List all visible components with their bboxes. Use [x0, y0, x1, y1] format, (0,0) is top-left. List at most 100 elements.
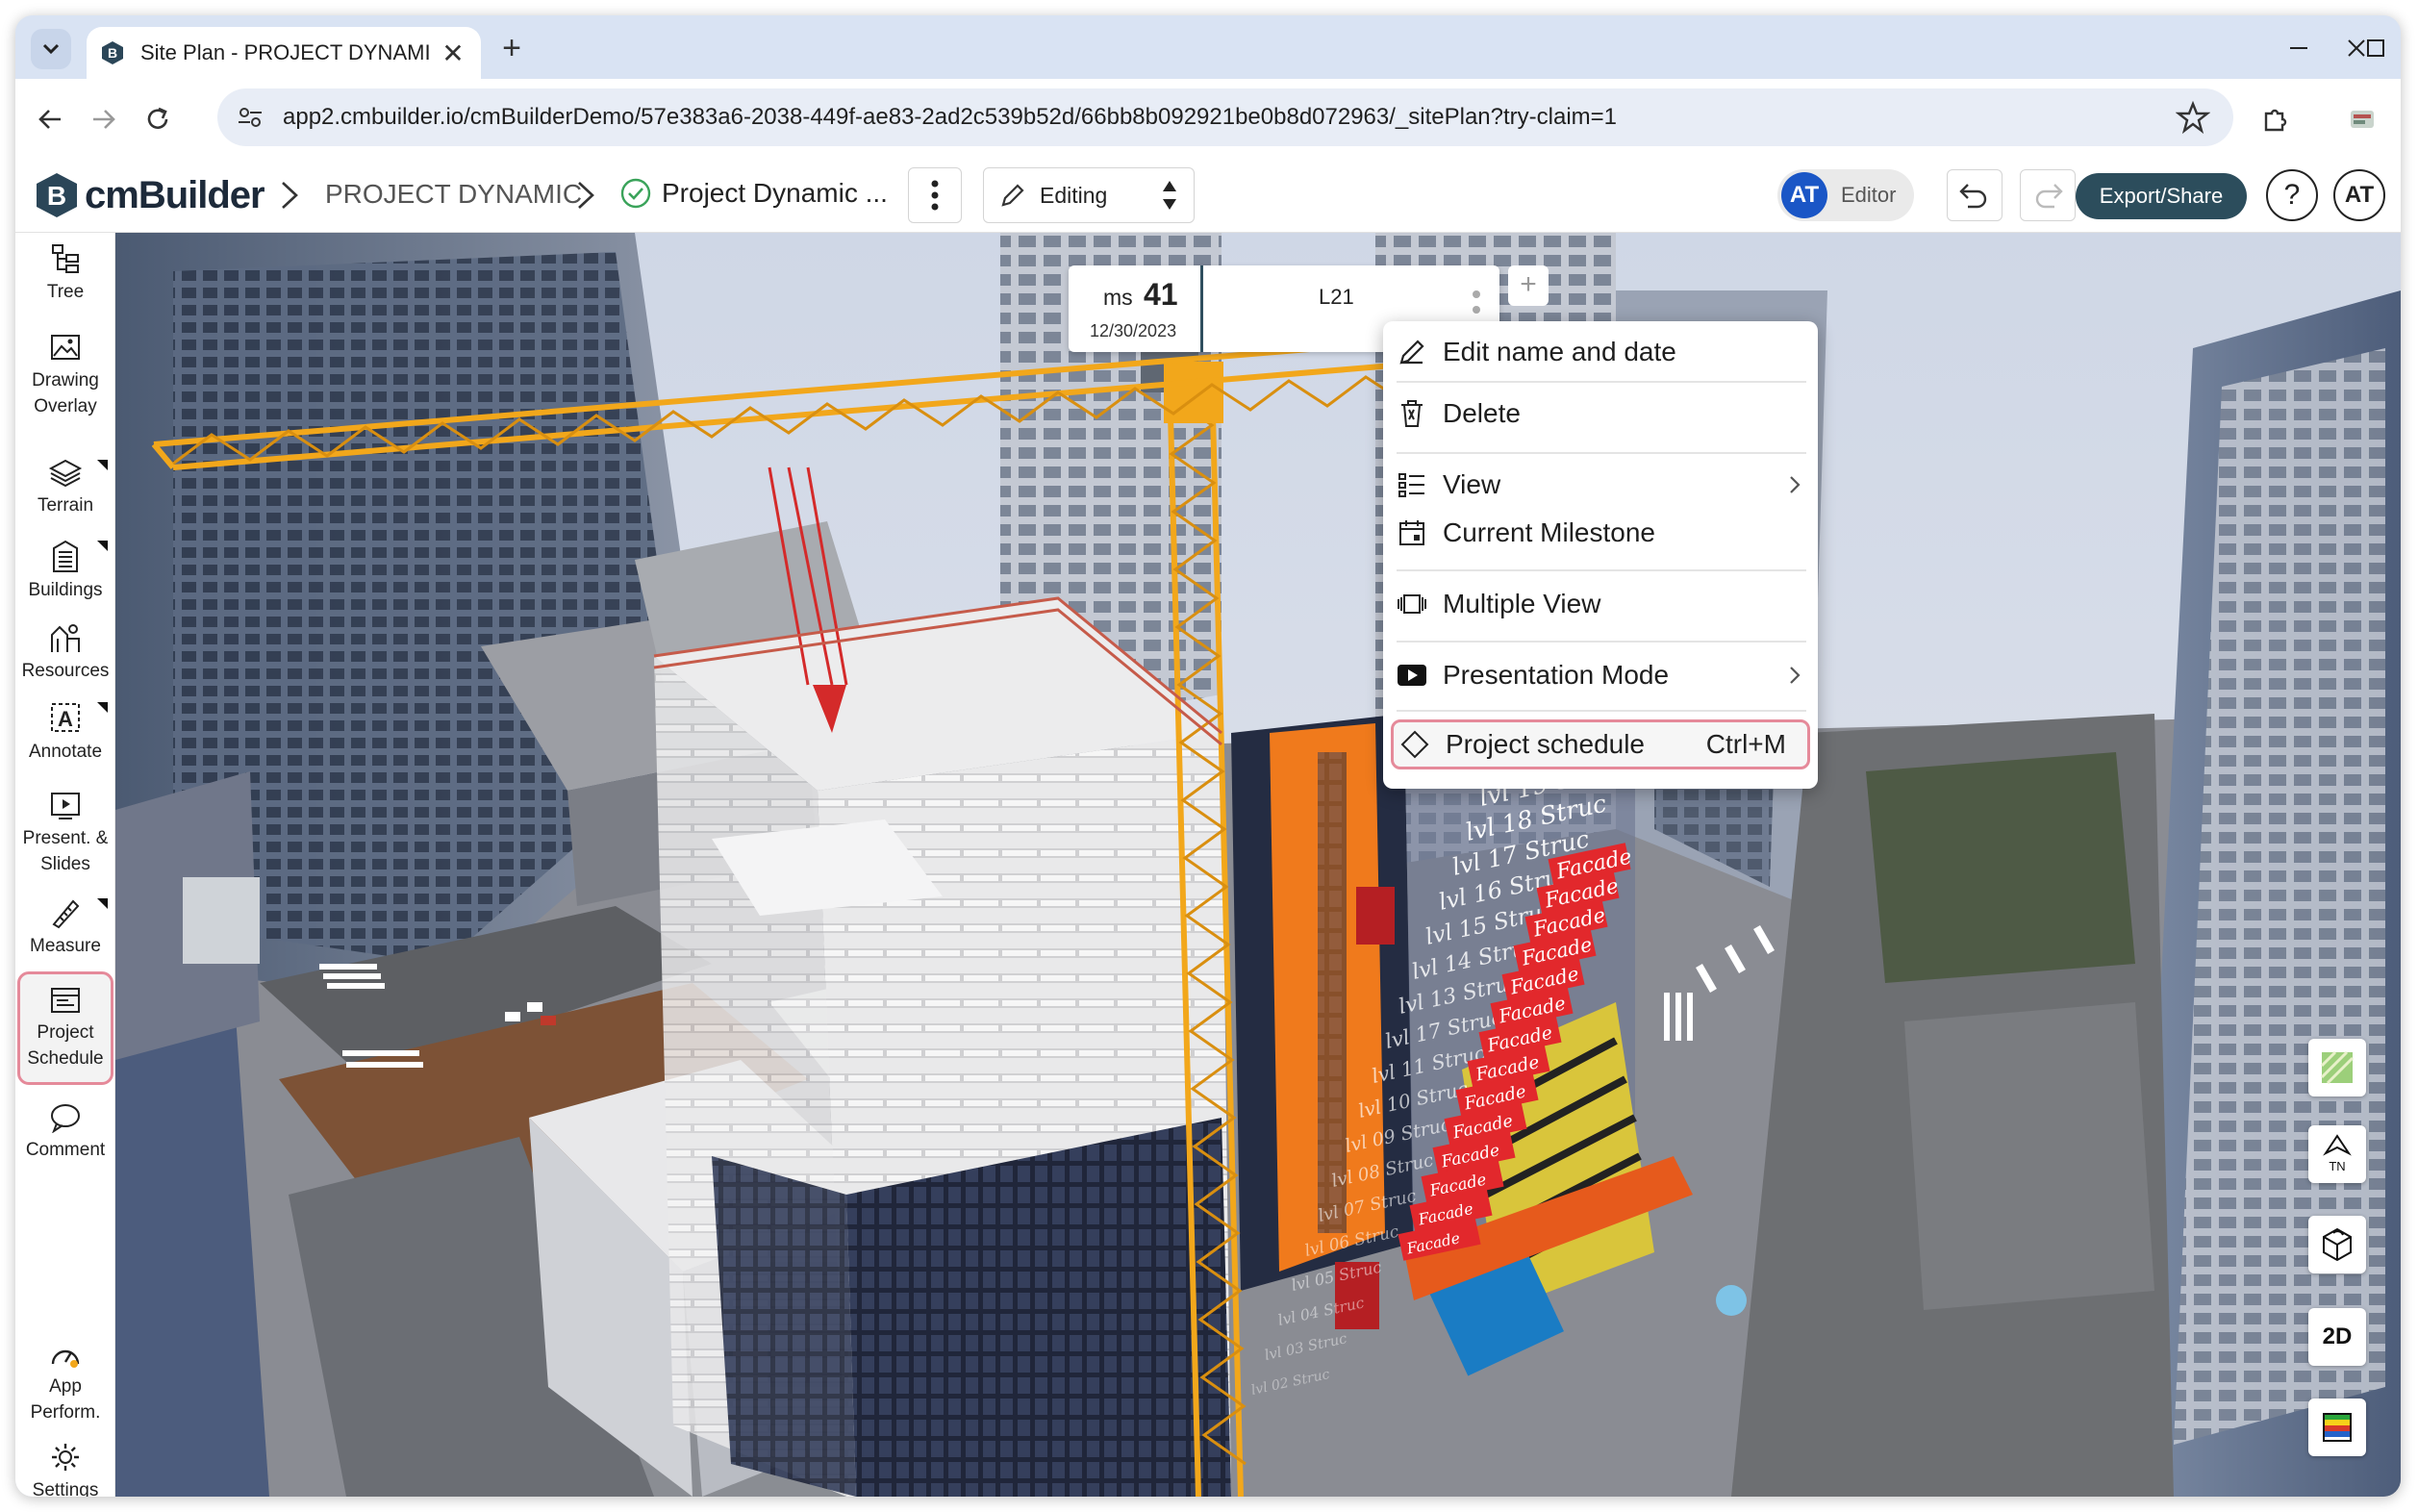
sidebar-item-comment[interactable]: Comment — [15, 1102, 115, 1163]
forward-button[interactable] — [83, 98, 125, 140]
calendar-icon — [1399, 520, 1424, 545]
cmbuilder-logo[interactable]: B cmBuilder — [35, 171, 265, 219]
user-role-pill[interactable]: AT Editor — [1777, 169, 1914, 221]
milestone-current[interactable]: ms 41 12/30/2023 — [1069, 265, 1203, 352]
app-header: B cmBuilder PROJECT DYNAMIC Project Dyna… — [15, 158, 2401, 233]
sidebar-item-tree[interactable]: Tree — [15, 242, 115, 305]
north-arrow-icon: TN — [2323, 1134, 2352, 1173]
undo-button[interactable] — [1947, 169, 2002, 221]
sidebar-item-label: Comment — [25, 1140, 106, 1160]
3d-viewport[interactable]: lvl 19 Struclvl 18 Struclvl 17 Struclvl … — [115, 233, 2401, 1497]
menu-item-shortcut: Ctrl+M — [1705, 729, 1786, 759]
menu-item-multiple-view[interactable]: Multiple View — [1383, 581, 1818, 627]
sidebar-item-label: Terrain — [37, 495, 94, 516]
menu-item-delete[interactable]: Delete — [1383, 391, 1818, 437]
sidebar-item-label: Annotate — [28, 742, 103, 762]
menu-separator — [1397, 710, 1806, 712]
sidebar-item-terrain[interactable]: Terrain — [15, 458, 115, 518]
diamond-icon — [1400, 730, 1429, 759]
menu-separator — [1397, 641, 1806, 643]
user-role-label: Editor — [1841, 183, 1897, 207]
sidebar-item-label: Measure — [30, 936, 101, 956]
view-cube-button[interactable] — [2308, 1216, 2366, 1273]
sidebar-item-settings[interactable]: Settings — [15, 1441, 115, 1497]
toggle-2d-button[interactable]: 2D — [2308, 1308, 2366, 1366]
schedule-icon — [51, 988, 80, 1013]
sidebar-item-present-slides[interactable]: Present. & Slides — [15, 791, 115, 877]
omnibox[interactable]: app2.cmbuilder.io/cmBuilderDemo/57e383a6… — [217, 88, 2233, 146]
site-scene-render[interactable]: lvl 19 Struclvl 18 Struclvl 17 Struclvl … — [115, 233, 2401, 1497]
sidebar-item-label: Tree — [46, 282, 85, 302]
star-icon[interactable] — [2176, 100, 2210, 135]
trash-icon — [1401, 400, 1423, 427]
plan-name: Project Dynamic ... — [662, 178, 888, 208]
add-milestone-button[interactable]: + — [1508, 265, 1549, 306]
reload-button[interactable] — [137, 98, 179, 140]
sidebar-item-app-performance[interactable]: App Perform. — [15, 1341, 115, 1425]
pencil-icon — [1399, 340, 1424, 365]
menu-item-current-milestone[interactable]: Current Milestone — [1383, 510, 1818, 556]
left-sidebar: Tree Drawing Overlay Terrain Buildings R… — [15, 233, 115, 1497]
layers-icon — [48, 459, 83, 488]
address-bar-row: app2.cmbuilder.io/cmBuilderDemo/57e383a6… — [15, 79, 2401, 158]
breadcrumb-plan[interactable]: Project Dynamic ... — [619, 177, 888, 210]
mode-select[interactable]: Editing — [983, 167, 1195, 223]
avatar: AT — [1781, 172, 1827, 218]
building-icon — [53, 540, 78, 572]
back-button[interactable] — [29, 98, 71, 140]
sidebar-item-label: Resources — [21, 661, 110, 681]
menu-item-project-schedule[interactable]: Project schedule Ctrl+M — [1391, 719, 1810, 769]
sidebar-item-project-schedule[interactable]: Project Schedule — [15, 985, 115, 1071]
more-options-button[interactable] — [908, 167, 962, 223]
menu-item-edit-name-date[interactable]: Edit name and date — [1383, 329, 1818, 375]
menu-item-label: Current Milestone — [1443, 517, 1655, 547]
profile-extension-button[interactable] — [2341, 98, 2383, 140]
true-north-button[interactable]: TN — [2308, 1125, 2366, 1183]
sidebar-item-label: Present. & Slides — [22, 828, 109, 874]
tune-icon — [239, 108, 262, 127]
crane-resource-icon — [51, 624, 80, 652]
chevron-right-icon — [578, 182, 594, 209]
export-share-button[interactable]: Export/Share — [2076, 173, 2247, 219]
reload-icon — [147, 107, 168, 129]
extensions-button[interactable] — [2254, 98, 2297, 140]
chevron-right-icon — [1790, 476, 1801, 493]
redo-button[interactable] — [2020, 169, 2076, 221]
sidebar-item-drawing-overlay[interactable]: Drawing Overlay — [15, 333, 115, 419]
menu-item-label: Project schedule — [1446, 729, 1646, 759]
satellite-map-icon — [2320, 1050, 2355, 1085]
milestone-level: L21 — [1319, 285, 1354, 309]
vertical-dots-icon — [931, 180, 939, 211]
tab-search-button[interactable] — [31, 29, 71, 69]
image-icon — [51, 335, 80, 360]
svg-text:B: B — [108, 45, 117, 61]
tab-close-icon[interactable]: ✕ — [439, 38, 467, 69]
site-info-button[interactable] — [231, 98, 269, 137]
chevron-right-icon — [282, 182, 298, 209]
help-button[interactable]: ? — [2266, 169, 2318, 221]
gear-icon — [52, 1444, 79, 1471]
sidebar-item-label: Project Schedule — [27, 1022, 104, 1069]
menu-item-label: Presentation Mode — [1443, 660, 1670, 690]
url-text[interactable]: app2.cmbuilder.io/cmBuilderDemo/57e383a6… — [283, 104, 1617, 131]
browser-tab[interactable]: B Site Plan - PROJECT DYNAMIC | ✕ — [87, 27, 481, 79]
ruler-icon — [52, 899, 80, 929]
chevron-right-icon — [1790, 667, 1801, 684]
sidebar-item-label: Drawing Overlay — [32, 370, 99, 416]
sidebar-item-buildings[interactable]: Buildings — [15, 539, 115, 603]
sidebar-item-annotate[interactable]: A Annotate — [15, 700, 115, 765]
layers-color-button[interactable] — [2308, 1399, 2366, 1456]
menu-item-view[interactable]: View — [1383, 462, 1818, 508]
menu-item-presentation-mode[interactable]: Presentation Mode — [1383, 652, 1818, 698]
browser-window: B Site Plan - PROJECT DYNAMIC | ✕ + app2… — [15, 15, 2401, 1497]
menu-separator — [1397, 452, 1806, 454]
play-icon — [1398, 665, 1426, 686]
new-tab-button[interactable]: + — [492, 29, 531, 67]
sidebar-item-measure[interactable]: Measure — [15, 896, 115, 959]
close-window-button[interactable] — [2337, 29, 2376, 67]
breadcrumb-project[interactable]: PROJECT DYNAMIC — [325, 179, 582, 210]
map-style-button[interactable] — [2308, 1039, 2366, 1096]
sidebar-item-resources[interactable]: Resources — [15, 621, 115, 684]
profile-button[interactable]: AT — [2333, 169, 2385, 221]
minimize-button[interactable] — [2279, 29, 2318, 67]
